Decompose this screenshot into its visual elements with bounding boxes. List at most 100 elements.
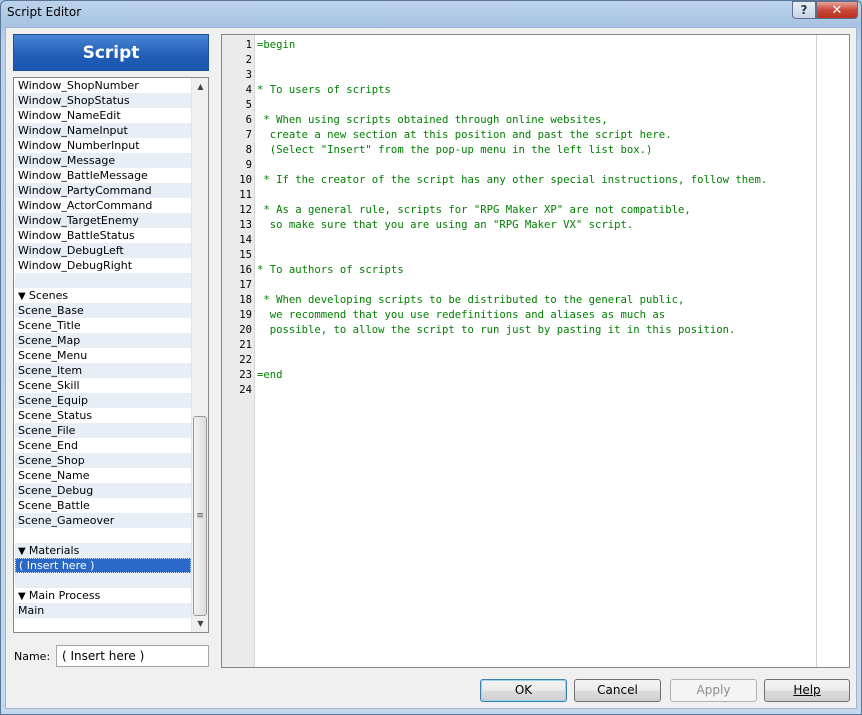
code-text: =end [257, 369, 283, 381]
help-icon[interactable]: ? [792, 1, 816, 19]
code-line[interactable]: 3 [222, 68, 849, 83]
list-item[interactable]: Window_Message [15, 153, 191, 168]
code-line[interactable]: 10 * If the creator of the script has an… [222, 173, 849, 188]
code-editor[interactable]: 1 =begin 2 3 4 * To users of scripts 5 6 * When… [221, 34, 850, 668]
code-line[interactable]: 4 * To users of scripts [222, 83, 849, 98]
script-list-scrollbar[interactable]: ▲ ≡ ▼ [191, 78, 208, 632]
list-item[interactable]: Scene_Title [15, 318, 191, 333]
line-number: 22 [239, 354, 252, 366]
line-number: 21 [239, 339, 252, 351]
code-text: * When using scripts obtained through on… [257, 114, 608, 126]
list-item[interactable]: Scene_Name [15, 468, 191, 483]
list-item[interactable]: Scene_Equip [15, 393, 191, 408]
code-line[interactable]: 20 possible, to allow the script to run … [222, 323, 849, 338]
code-line[interactable]: 2 [222, 53, 849, 68]
list-item[interactable]: Window_NameInput [15, 123, 191, 138]
list-item[interactable]: Main [15, 603, 191, 618]
line-number: 23 [239, 369, 252, 381]
line-number: 1 [245, 39, 252, 51]
list-item[interactable]: ( Insert here ) [15, 558, 191, 573]
list-item[interactable]: Scene_Base [15, 303, 191, 318]
script-list-header: Script [13, 34, 209, 71]
code-line[interactable]: 5 [222, 98, 849, 113]
code-lines: 1 =begin 2 3 4 * To users of scripts 5 6 * When… [222, 38, 849, 398]
list-item[interactable]: Window_BattleMessage [15, 168, 191, 183]
list-item[interactable]: Scene_Map [15, 333, 191, 348]
list-section-header[interactable]: Scenes [15, 288, 191, 303]
code-line[interactable]: 8 (Select "Insert" from the pop-up menu … [222, 143, 849, 158]
list-blank-row[interactable] [15, 528, 191, 543]
code-line[interactable]: 14 [222, 233, 849, 248]
code-line[interactable]: 17 [222, 278, 849, 293]
line-number: 8 [245, 144, 252, 156]
code-line[interactable]: 23 =end [222, 368, 849, 383]
list-item[interactable]: Window_BattleStatus [15, 228, 191, 243]
list-item[interactable]: Scene_Status [15, 408, 191, 423]
line-number: 4 [245, 84, 252, 96]
code-text: we recommend that you use redefinitions … [257, 309, 666, 321]
list-item[interactable]: Window_DebugRight [15, 258, 191, 273]
scroll-thumb[interactable]: ≡ [193, 416, 207, 616]
list-blank-row[interactable] [15, 618, 191, 632]
code-line[interactable]: 11 [222, 188, 849, 203]
code-line[interactable]: 15 [222, 248, 849, 263]
code-text: * If the creator of the script has any o… [257, 174, 768, 186]
line-number: 17 [239, 279, 252, 291]
list-item[interactable]: Scene_Debug [15, 483, 191, 498]
list-item[interactable]: Scene_End [15, 438, 191, 453]
list-item[interactable]: Window_ShopNumber [15, 78, 191, 93]
list-item[interactable]: Scene_Skill [15, 378, 191, 393]
line-number: 13 [239, 219, 252, 231]
list-blank-row[interactable] [15, 573, 191, 588]
list-item[interactable]: Window_DebugLeft [15, 243, 191, 258]
line-number: 15 [239, 249, 252, 261]
list-section-header[interactable]: Main Process [15, 588, 191, 603]
code-line[interactable]: 24 [222, 383, 849, 398]
client-area: Script Window_ShopNumber Window_ShopStatu… [5, 27, 857, 709]
list-section-header[interactable]: Materials [15, 543, 191, 558]
line-number: 19 [239, 309, 252, 321]
list-item[interactable]: Window_ShopStatus [15, 93, 191, 108]
list-item[interactable]: Window_ActorCommand [15, 198, 191, 213]
list-item[interactable]: Window_NumberInput [15, 138, 191, 153]
line-number: 3 [245, 69, 252, 81]
code-line[interactable]: 18 * When developing scripts to be distr… [222, 293, 849, 308]
script-name-input[interactable]: ( Insert here ) [56, 645, 209, 667]
code-line[interactable]: 16 * To authors of scripts [222, 263, 849, 278]
line-number: 9 [245, 159, 252, 171]
list-item[interactable]: Scene_File [15, 423, 191, 438]
help-button[interactable]: Help [764, 679, 850, 702]
list-item[interactable]: Window_PartyCommand [15, 183, 191, 198]
code-line[interactable]: 1 =begin [222, 38, 849, 53]
line-number: 7 [245, 129, 252, 141]
list-blank-row[interactable] [15, 273, 191, 288]
ok-button[interactable]: OK [480, 679, 567, 702]
list-item[interactable]: Scene_Battle [15, 498, 191, 513]
code-line[interactable]: 19 we recommend that you use redefinitio… [222, 308, 849, 323]
line-number: 14 [239, 234, 252, 246]
list-item[interactable]: Scene_Menu [15, 348, 191, 363]
list-item[interactable]: Scene_Item [15, 363, 191, 378]
scroll-up-arrow-icon[interactable]: ▲ [192, 78, 208, 95]
code-text: so make sure that you are using an "RPG … [257, 219, 634, 231]
list-item[interactable]: Window_TargetEnemy [15, 213, 191, 228]
scroll-down-arrow-icon[interactable]: ▼ [192, 615, 208, 632]
code-line[interactable]: 21 [222, 338, 849, 353]
apply-button[interactable]: Apply [670, 679, 757, 702]
cancel-button[interactable]: Cancel [574, 679, 661, 702]
code-line[interactable]: 13 so make sure that you are using an "R… [222, 218, 849, 233]
list-item[interactable]: Window_NameEdit [15, 108, 191, 123]
close-icon[interactable]: ✕ [816, 1, 858, 19]
code-line[interactable]: 22 [222, 353, 849, 368]
list-item[interactable]: Scene_Shop [15, 453, 191, 468]
script-list[interactable]: Window_ShopNumber Window_ShopStatus Window… [13, 77, 209, 633]
window-title: Script Editor [7, 5, 82, 19]
line-number: 16 [239, 264, 252, 276]
code-line[interactable]: 9 [222, 158, 849, 173]
list-item[interactable]: Scene_Gameover [15, 513, 191, 528]
script-list-items: Window_ShopNumber Window_ShopStatus Window… [15, 78, 191, 632]
code-line[interactable]: 7 create a new section at this position … [222, 128, 849, 143]
code-line[interactable]: 6 * When using scripts obtained through … [222, 113, 849, 128]
code-line[interactable]: 12 * As a general rule, scripts for "RPG… [222, 203, 849, 218]
code-text: possible, to allow the script to run jus… [257, 324, 736, 336]
